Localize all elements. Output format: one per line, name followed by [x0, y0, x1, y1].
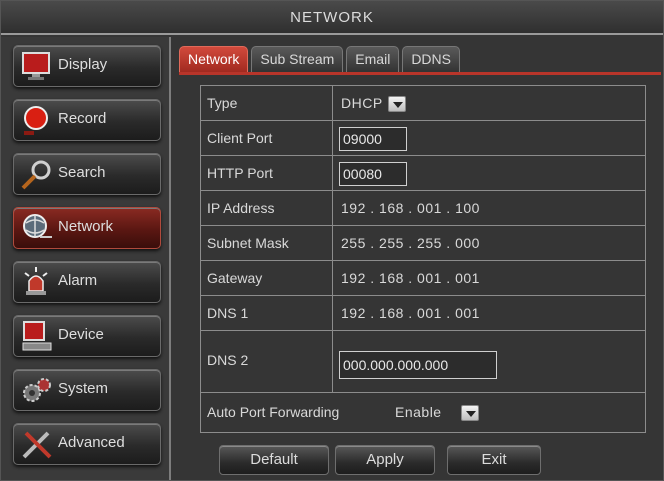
exit-button[interactable]: Exit [447, 445, 541, 475]
gateway-row: Gateway 192 . 168 . 001 . 001 [201, 261, 645, 296]
type-label: Type [207, 95, 238, 111]
sidebar-item-label: System [58, 379, 109, 397]
tab-network[interactable]: Network [179, 46, 249, 72]
network-settings-form: Type DHCP Client Port 09000 HTTP Port 00… [200, 85, 646, 433]
auto-port-forwarding-row: Auto Port Forwarding Enable [201, 393, 645, 432]
column-divider [332, 261, 333, 295]
sidebar-item-label: Alarm [58, 271, 98, 289]
window-title: NETWORK [1, 1, 663, 35]
column-divider [332, 121, 333, 155]
tab-sub-stream[interactable]: Sub Stream [251, 46, 344, 72]
network-settings-window: NETWORK Display Record Search Network Al… [0, 0, 664, 481]
tab-email[interactable]: Email [346, 46, 400, 72]
ip-address-row: IP Address 192 . 168 . 001 . 100 [201, 191, 645, 226]
sidebar-item-advanced[interactable]: Advanced [13, 423, 161, 465]
tab-ddns[interactable]: DDNS [402, 46, 460, 72]
sidebar-item-search[interactable]: Search [13, 153, 161, 195]
sidebar-item-network[interactable]: Network [13, 207, 161, 249]
gateway-value[interactable]: 192 . 168 . 001 . 001 [341, 261, 480, 296]
sidebar-item-device[interactable]: Device [13, 315, 161, 357]
chevron-down-icon[interactable] [461, 405, 479, 421]
sidebar-menu: Display Record Search Network Alarm Devi… [1, 37, 171, 480]
sidebar-item-label: Display [58, 55, 108, 73]
column-divider [332, 296, 333, 330]
globe-network-icon [20, 211, 54, 245]
sidebar-item-label: Record [58, 109, 107, 127]
apply-button[interactable]: Apply [335, 445, 435, 475]
settings-tabs: Network Sub Stream Email DDNS [179, 46, 661, 75]
gateway-label: Gateway [207, 270, 263, 286]
auto-port-forwarding-label: Auto Port Forwarding [207, 404, 340, 420]
http-port-row: HTTP Port 00080 [201, 156, 645, 191]
monitor-icon [20, 49, 54, 83]
sidebar-item-display[interactable]: Display [13, 45, 161, 87]
auto-port-forwarding-select-value[interactable]: Enable [395, 393, 442, 432]
client-port-row: Client Port 09000 [201, 121, 645, 156]
column-divider [332, 156, 333, 190]
sidebar-item-system[interactable]: System [13, 369, 161, 411]
chevron-down-icon[interactable] [388, 96, 406, 112]
type-select-value[interactable]: DHCP [341, 86, 383, 121]
sidebar-item-record[interactable]: Record [13, 99, 161, 141]
http-port-label: HTTP Port [207, 165, 273, 181]
dns2-row: DNS 2 000.000.000.000 [201, 331, 645, 393]
gears-icon [20, 373, 54, 407]
http-port-input[interactable]: 00080 [339, 162, 407, 186]
default-button[interactable]: Default [219, 445, 329, 475]
record-icon [20, 103, 54, 137]
subnet-mask-label: Subnet Mask [207, 235, 289, 251]
column-divider [332, 191, 333, 225]
sidebar-item-label: Advanced [58, 433, 125, 451]
type-row: Type DHCP [201, 86, 645, 121]
dns2-input[interactable]: 000.000.000.000 [339, 351, 497, 379]
sidebar-item-alarm[interactable]: Alarm [13, 261, 161, 303]
device-icon [20, 319, 54, 353]
magnifier-icon [20, 157, 54, 191]
dns2-label: DNS 2 [207, 352, 249, 368]
dns1-value[interactable]: 192 . 168 . 001 . 001 [341, 296, 480, 331]
column-divider [332, 331, 333, 392]
sidebar-item-label: Network [58, 217, 114, 235]
dns1-row: DNS 1 192 . 168 . 001 . 001 [201, 296, 645, 331]
column-divider [332, 226, 333, 260]
dns1-label: DNS 1 [207, 305, 249, 321]
client-port-input[interactable]: 09000 [339, 127, 407, 151]
subnet-mask-value[interactable]: 255 . 255 . 255 . 000 [341, 226, 480, 261]
ip-address-label: IP Address [207, 200, 275, 216]
tools-icon [20, 427, 54, 461]
sidebar-item-label: Device [58, 325, 104, 343]
alarm-siren-icon [20, 265, 54, 299]
client-port-label: Client Port [207, 130, 273, 146]
subnet-mask-row: Subnet Mask 255 . 255 . 255 . 000 [201, 226, 645, 261]
ip-address-value[interactable]: 192 . 168 . 001 . 100 [341, 191, 480, 226]
sidebar-item-label: Search [58, 163, 106, 181]
column-divider [332, 86, 333, 120]
